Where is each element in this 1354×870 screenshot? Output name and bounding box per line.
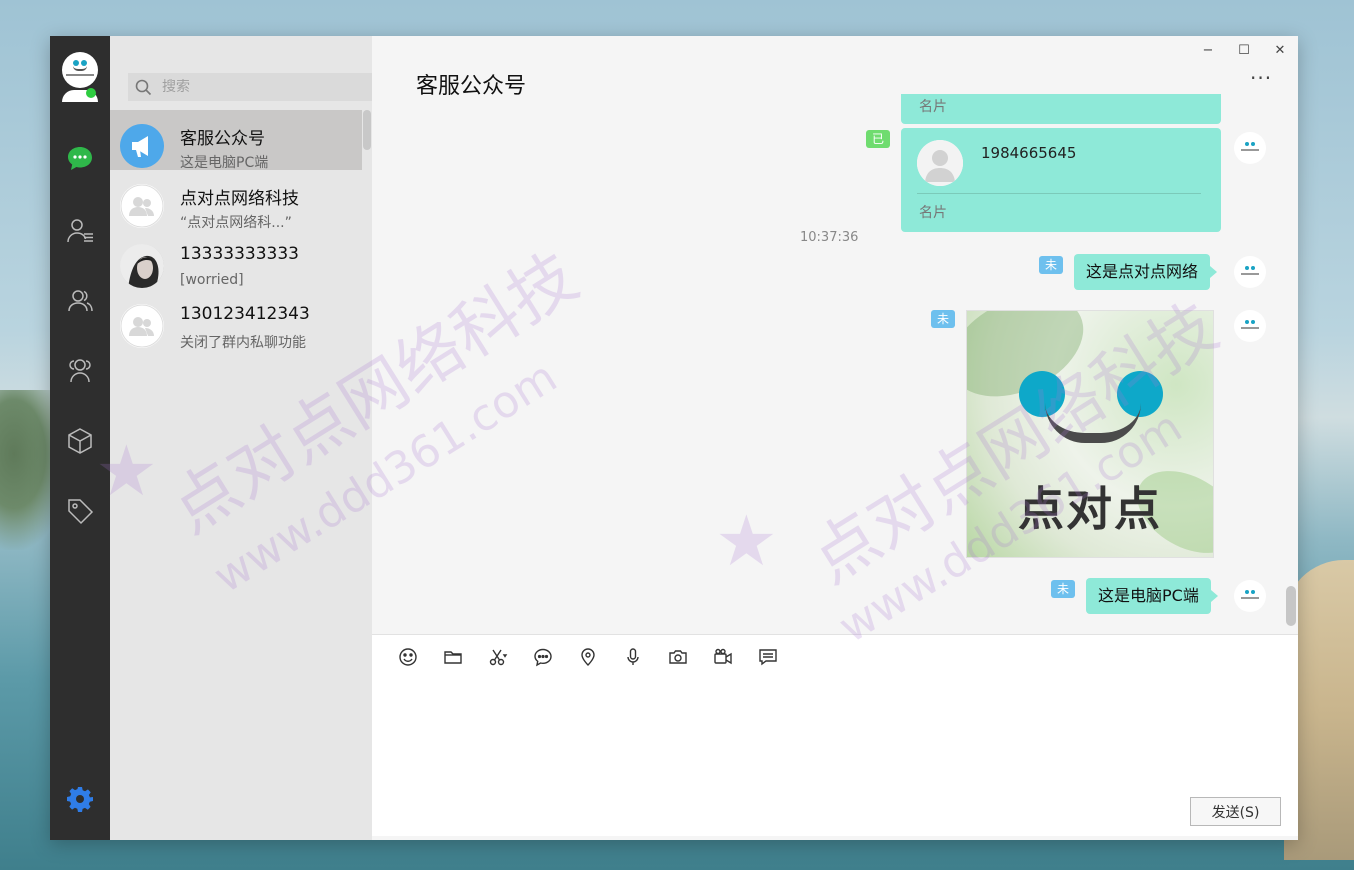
scissors-icon[interactable] [488,645,533,669]
comment-icon[interactable] [533,645,578,669]
message-input-area[interactable]: 发送(S) [372,634,1298,836]
chat-icon[interactable] [65,144,95,174]
message-board-icon[interactable] [758,645,803,669]
group-avatar-icon [120,304,164,348]
message-timestamp: 10:37:36 [800,230,859,245]
tag-icon[interactable] [65,496,95,526]
card-label: 名片 [919,99,947,115]
card-avatar [917,140,963,186]
session-item-130123412343[interactable]: 130123412343 关闭了群内私聊功能 [110,290,362,351]
message-list-scrollbar[interactable] [1286,586,1296,626]
image-message[interactable]: 点对点 [966,310,1214,558]
image-brand-text: 点对点 [1018,482,1162,536]
chat-panel: − ☐ ✕ 客服公众号 ··· 名片 已 1984665645 名片 10:37… [372,36,1298,840]
session-preview: 关闭了群内私聊功能 [180,335,306,351]
nav-rail [50,36,110,840]
unread-status-tag: 未 [1039,256,1064,274]
unread-status-tag: 未 [931,310,956,328]
text-message-bubble[interactable]: 这是点对点网络 [1074,254,1218,290]
close-button[interactable]: ✕ [1268,40,1292,60]
session-list-panel: 客服公众号 这是电脑PC端 点对点网络科技 “点对点网络科...” 133333… [110,36,372,840]
maximize-button[interactable]: ☐ [1232,40,1256,60]
box-icon[interactable] [65,426,95,456]
more-options-icon[interactable]: ··· [1250,66,1272,90]
sender-avatar[interactable] [1234,580,1266,612]
session-name: 13333333333 [180,244,299,264]
message-list[interactable]: 名片 已 1984665645 名片 10:37:36 未 这是点对点网络 未 [372,94,1298,634]
card-label: 名片 [919,205,947,221]
session-preview: [worried] [180,272,244,288]
session-preview: 这是电脑PC端 [180,155,269,171]
microphone-icon[interactable] [623,645,668,669]
friends-icon[interactable] [65,286,95,316]
sender-avatar[interactable] [1234,256,1266,288]
my-avatar[interactable] [62,52,98,102]
group-icon[interactable] [65,356,95,386]
avatar-face [62,52,98,88]
session-name: 客服公众号 [180,129,265,149]
minimize-button[interactable]: − [1196,40,1220,60]
session-name: 130123412343 [180,304,310,324]
chat-app-window: 客服公众号 这是电脑PC端 点对点网络科技 “点对点网络科...” 133333… [50,36,1298,840]
contact-card-message[interactable]: 名片 [901,94,1221,124]
search-box[interactable] [128,73,372,101]
group-avatar-icon [120,184,164,228]
online-status-dot [86,88,96,98]
search-input[interactable] [162,79,362,95]
text-message-bubble[interactable]: 这是电脑PC端 [1086,578,1218,614]
unread-status-tag: 未 [1051,580,1076,598]
megaphone-avatar-icon [120,124,164,168]
card-number: 1984665645 [981,144,1077,162]
session-item-customer-service[interactable]: 客服公众号 这是电脑PC端 [110,110,362,171]
session-preview: “点对点网络科...” [180,215,292,231]
session-item-ddd-tech[interactable]: 点对点网络科技 “点对点网络科...” [110,170,362,231]
settings-gear-icon[interactable] [65,784,95,814]
location-icon[interactable] [578,645,623,669]
session-name: 点对点网络科技 [180,189,299,209]
session-list-scrollbar[interactable] [363,110,371,150]
send-button[interactable]: 发送(S) [1190,797,1281,826]
sender-avatar[interactable] [1234,132,1266,164]
sender-avatar[interactable] [1234,310,1266,342]
emoji-icon[interactable] [398,645,443,669]
session-item-13333333333[interactable]: 13333333333 [worried] [110,230,362,290]
search-icon [135,79,152,96]
camera-icon[interactable] [668,645,713,669]
folder-icon[interactable] [443,645,488,669]
contact-card-message[interactable]: 1984665645 名片 [901,128,1221,232]
video-icon[interactable] [713,645,758,669]
input-toolbar [398,645,803,669]
read-status-tag: 已 [866,130,891,148]
photo-avatar [120,244,164,288]
contacts-list-icon[interactable] [65,216,95,246]
